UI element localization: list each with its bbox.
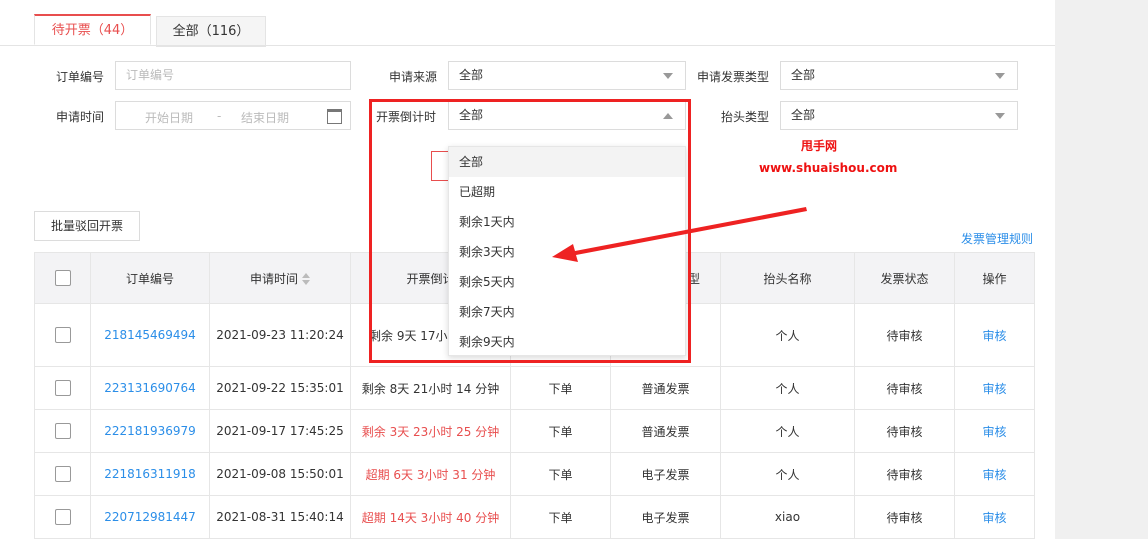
annotation-arrow-icon — [552, 207, 807, 262]
scrollbar[interactable] — [1138, 0, 1148, 539]
